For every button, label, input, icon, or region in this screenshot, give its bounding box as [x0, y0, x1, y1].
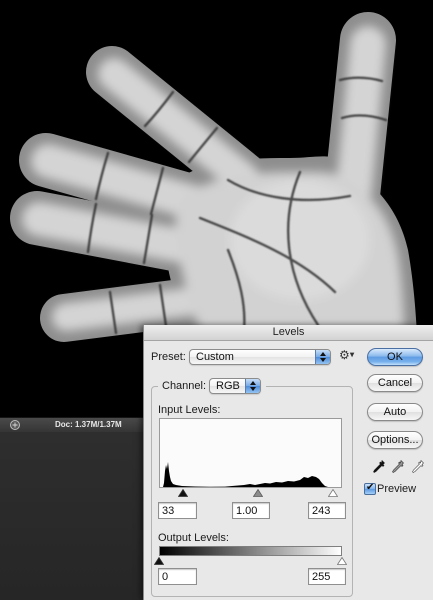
- output-black-slider[interactable]: [154, 557, 164, 565]
- stepper-arrows-icon: [245, 379, 260, 393]
- preset-label: Preset:: [151, 351, 186, 363]
- output-levels-label: Output Levels:: [158, 532, 229, 544]
- preset-value: Custom: [196, 351, 234, 363]
- options-button[interactable]: Options...: [367, 431, 423, 449]
- black-point-eyedropper-icon[interactable]: [373, 460, 385, 475]
- cancel-button[interactable]: Cancel: [367, 374, 423, 392]
- checkmark-icon: ✔: [366, 482, 375, 493]
- input-levels-label: Input Levels:: [158, 404, 221, 416]
- preview-label: Preview: [377, 483, 417, 495]
- input-gamma-field[interactable]: [232, 502, 270, 519]
- gear-icon[interactable]: ⚙▼: [339, 348, 354, 363]
- histogram: [159, 418, 342, 488]
- auto-button[interactable]: Auto: [367, 403, 423, 421]
- levels-dialog: Levels Preset: Custom ⚙▼ OK Cancel Auto …: [143, 325, 433, 600]
- ok-button[interactable]: OK: [367, 348, 423, 366]
- histogram-graph: [160, 462, 341, 487]
- output-white-slider[interactable]: [337, 557, 347, 565]
- input-black-field[interactable]: [158, 502, 197, 519]
- stepper-arrows-icon: [315, 350, 330, 364]
- input-gamma-slider[interactable]: [253, 489, 264, 497]
- input-black-slider[interactable]: [177, 489, 188, 497]
- dialog-title: Levels: [272, 326, 305, 338]
- doc-size-readout[interactable]: Doc: 1.37M/1.37M: [55, 418, 122, 432]
- output-gradient-bar: [159, 546, 342, 556]
- gray-point-eyedropper-icon[interactable]: [392, 460, 404, 475]
- channel-select[interactable]: RGB: [209, 378, 261, 394]
- input-white-slider[interactable]: [328, 489, 339, 497]
- document-info-icon[interactable]: [9, 419, 21, 431]
- input-white-field[interactable]: [308, 502, 346, 519]
- output-black-field[interactable]: [158, 568, 197, 585]
- dialog-titlebar[interactable]: Levels: [144, 325, 433, 341]
- output-white-field[interactable]: [308, 568, 346, 585]
- channel-label: Channel:: [162, 380, 207, 392]
- preview-checkbox[interactable]: ✔: [364, 482, 376, 495]
- preset-select[interactable]: Custom: [189, 349, 331, 365]
- channel-value: RGB: [216, 380, 240, 392]
- white-point-eyedropper-icon[interactable]: [412, 460, 424, 475]
